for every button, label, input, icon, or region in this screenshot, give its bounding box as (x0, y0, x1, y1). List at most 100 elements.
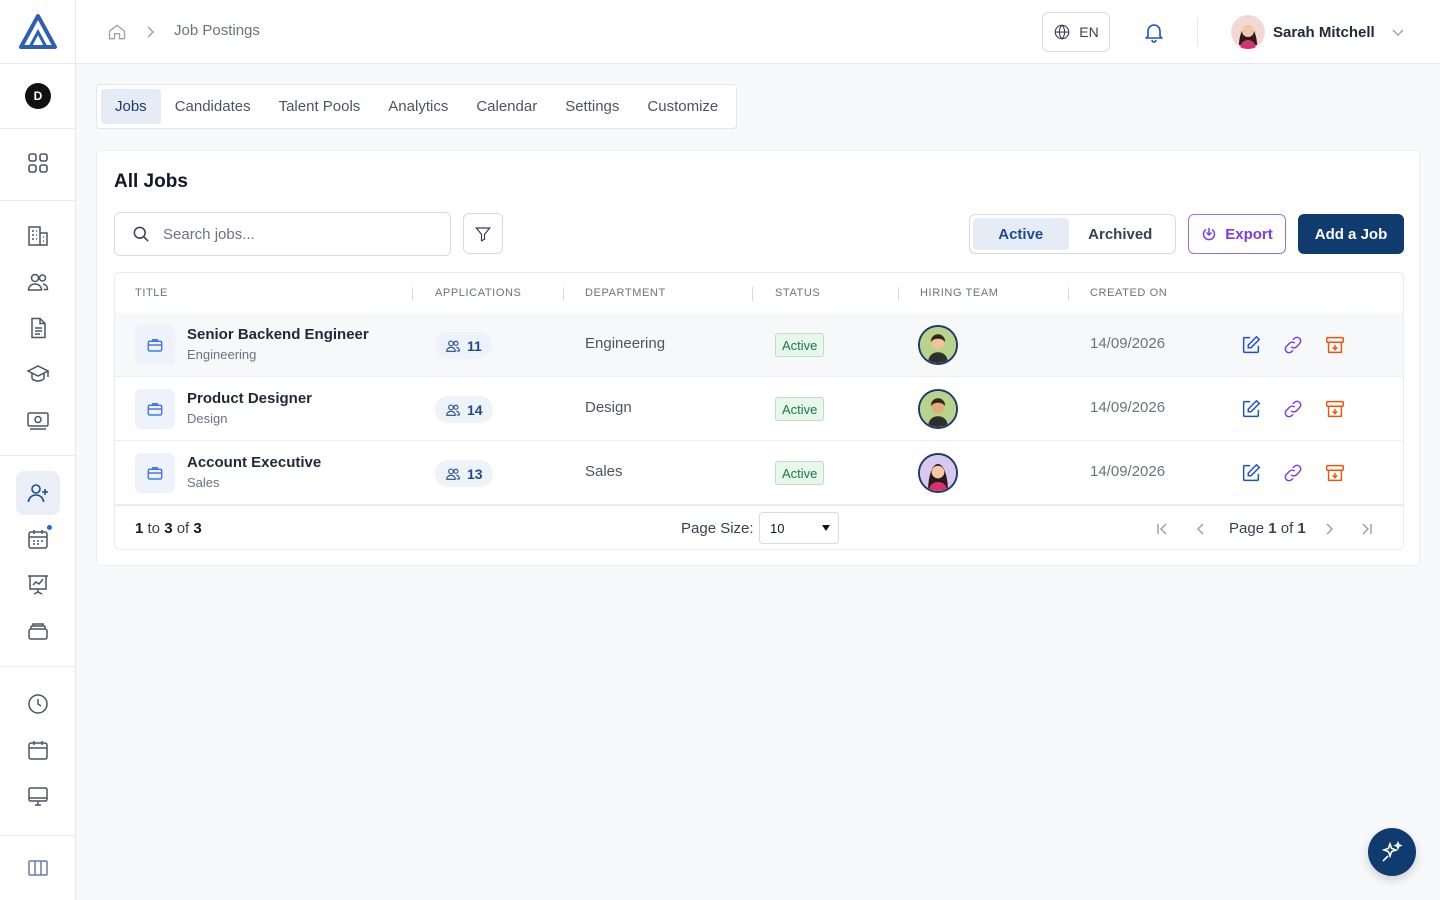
table-header: TITLE APPLICATIONS DEPARTMENT STATUS HIR… (115, 273, 1403, 315)
created-date: 14/09/2026 (1090, 335, 1166, 352)
export-button[interactable]: Export (1188, 214, 1286, 254)
users-icon (446, 339, 460, 352)
archive-icon[interactable] (1324, 334, 1346, 356)
search-icon (133, 226, 149, 242)
caret-down-icon (822, 525, 830, 531)
graduation-cap-icon (26, 365, 50, 382)
sidebar-item-payroll[interactable] (16, 398, 60, 442)
sidebar-collapse-toggle[interactable] (16, 846, 60, 890)
sidebar-item-documents[interactable] (16, 306, 60, 350)
search-box (114, 212, 451, 256)
home-icon[interactable] (107, 22, 127, 42)
edit-icon[interactable] (1240, 334, 1262, 356)
header-divider (1197, 18, 1198, 46)
tab-customize[interactable]: Customize (633, 89, 732, 124)
column-header-created-on[interactable]: CREATED ON (1090, 287, 1167, 299)
status-badge: Active (775, 397, 825, 421)
grid-icon (28, 153, 48, 173)
first-page-icon[interactable] (1153, 520, 1171, 538)
bell-icon[interactable] (1142, 20, 1166, 44)
chevron-right-icon (147, 26, 155, 38)
table-row[interactable]: Account Executive Sales 13 Sales Active … (115, 441, 1403, 505)
filter-button[interactable] (463, 213, 503, 254)
job-title-link[interactable]: Senior Backend Engineer (187, 326, 369, 343)
column-header-status[interactable]: STATUS (775, 287, 820, 299)
edit-icon[interactable] (1240, 462, 1262, 484)
language-label: EN (1079, 24, 1099, 40)
page-size-select[interactable]: 10 (759, 512, 839, 544)
department-cell: Sales (585, 463, 623, 480)
job-title-link[interactable]: Account Executive (187, 454, 321, 471)
sidebar-item-learning[interactable] (16, 352, 60, 396)
sidebar-item-performance[interactable] (16, 563, 60, 607)
link-icon[interactable] (1282, 398, 1304, 420)
job-subtitle: Design (187, 411, 228, 426)
applications-badge[interactable]: 13 (435, 460, 493, 487)
status-badge: Active (775, 333, 825, 357)
column-header-title[interactable]: TITLE (135, 287, 168, 299)
jobs-card: All Jobs Active Archived Export Add a Jo… (96, 150, 1420, 566)
sidebar-divider (0, 455, 75, 456)
sidebar-item-devices[interactable] (16, 774, 60, 818)
sidebar-item-dashboard[interactable] (16, 141, 60, 185)
search-input[interactable] (163, 225, 423, 243)
segment-archived[interactable]: Archived (1069, 218, 1172, 250)
column-divider (898, 287, 899, 301)
avatar[interactable] (918, 325, 958, 365)
add-job-button[interactable]: Add a Job (1298, 214, 1404, 254)
columns-icon (28, 860, 48, 876)
sidebar-item-people[interactable] (16, 260, 60, 304)
sidebar-divider (0, 666, 75, 667)
table-row[interactable]: Product Designer Design 14 Design Active… (115, 377, 1403, 441)
next-page-icon[interactable] (1320, 520, 1338, 538)
user-menu[interactable]: Sarah Mitchell (1231, 15, 1405, 49)
job-subtitle: Engineering (187, 347, 257, 362)
tab-candidates[interactable]: Candidates (161, 89, 265, 124)
users-icon (446, 403, 460, 416)
sidebar-item-recruitment[interactable] (16, 471, 60, 515)
tab-analytics[interactable]: Analytics (374, 89, 462, 124)
created-date: 14/09/2026 (1090, 463, 1166, 480)
edit-icon[interactable] (1240, 398, 1262, 420)
applications-badge[interactable]: 11 (435, 332, 492, 359)
link-icon[interactable] (1282, 334, 1304, 356)
column-header-hiring-team[interactable]: HIRING TEAM (920, 287, 999, 299)
applications-count: 13 (467, 465, 483, 482)
tab-settings[interactable]: Settings (551, 89, 633, 124)
app-logo-icon[interactable] (18, 14, 58, 50)
building-icon (28, 226, 48, 246)
archive-icon[interactable] (1324, 462, 1346, 484)
sidebar-item-calendar-events[interactable] (16, 517, 60, 561)
table-pagination: 1 to 3 of 3 Page Size: 10 Page 1 of 1 (115, 505, 1403, 549)
sidebar: D (0, 0, 76, 900)
filter-icon (474, 226, 492, 242)
tab-calendar[interactable]: Calendar (462, 89, 551, 124)
segment-active[interactable]: Active (973, 218, 1069, 250)
link-icon[interactable] (1282, 462, 1304, 484)
previous-page-icon[interactable] (1192, 520, 1210, 538)
sidebar-item-schedule[interactable] (16, 728, 60, 772)
tab-jobs[interactable]: Jobs (101, 89, 161, 124)
avatar[interactable] (918, 389, 958, 429)
department-cell: Engineering (585, 335, 666, 352)
stack-icon (28, 623, 48, 640)
ai-assistant-button[interactable] (1368, 828, 1416, 876)
export-icon (1202, 228, 1216, 241)
job-title-link[interactable]: Product Designer (187, 390, 312, 407)
column-header-department[interactable]: DEPARTMENT (585, 287, 666, 299)
org-avatar[interactable]: D (25, 83, 51, 109)
sidebar-item-time-tracking[interactable] (16, 682, 60, 726)
archive-icon[interactable] (1324, 398, 1346, 420)
sidebar-item-assets[interactable] (16, 609, 60, 653)
avatar[interactable] (918, 453, 958, 493)
column-divider (1068, 287, 1069, 301)
tab-talent-pools[interactable]: Talent Pools (265, 89, 375, 124)
sidebar-item-company[interactable] (16, 214, 60, 258)
language-selector[interactable]: EN (1042, 12, 1110, 52)
applications-badge[interactable]: 14 (435, 396, 493, 423)
status-badge: Active (775, 461, 825, 485)
user-plus-icon (27, 484, 48, 503)
last-page-icon[interactable] (1358, 520, 1376, 538)
column-header-applications[interactable]: APPLICATIONS (435, 287, 521, 299)
table-row[interactable]: Senior Backend Engineer Engineering 11 E… (115, 313, 1403, 377)
